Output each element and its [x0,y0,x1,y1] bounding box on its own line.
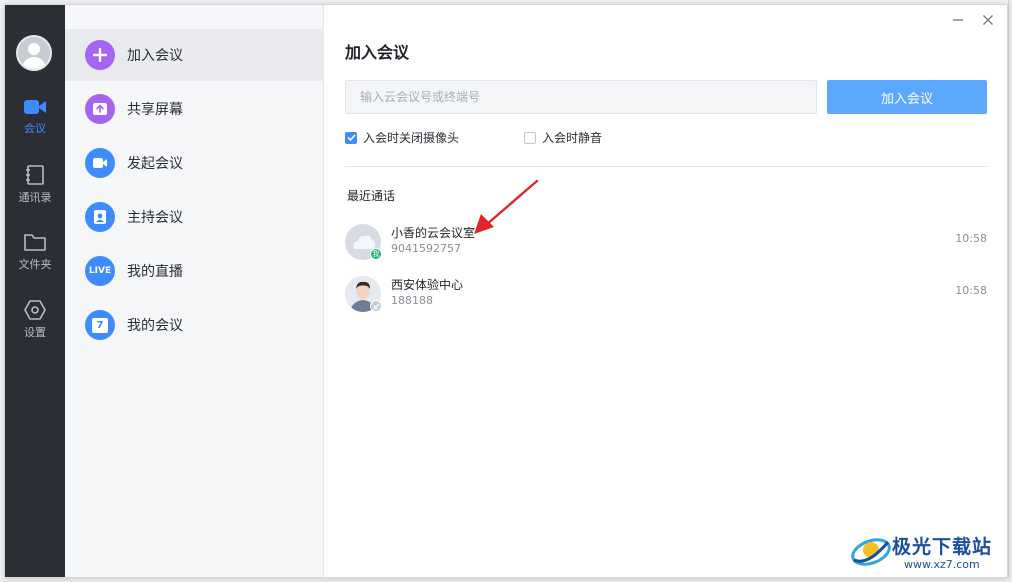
recent-calls-title: 最近通话 [347,189,396,203]
user-avatar[interactable] [16,35,52,71]
menu-item-host-meeting[interactable]: 主持会议 [65,191,324,243]
menu-item-label: 主持会议 [127,210,183,226]
meeting-id-input[interactable] [345,80,817,114]
option-camera-off[interactable]: 入会时关闭摄像头 [345,129,459,146]
calendar-icon: 7 [85,310,115,340]
call-number: 188188 [391,294,433,307]
live-icon: LIVE [85,256,115,286]
share-screen-icon [85,94,115,124]
app-window: 会议 通讯录 文件夹 设置 加入会议 共享屏幕 发起会议 主持会议 LIVE 我… [4,4,1008,578]
rail-item-label: 文件夹 [18,258,52,271]
call-number: 9041592757 [391,242,461,255]
menu-item-my-meetings[interactable]: 7 我的会议 [65,299,324,351]
option-mute[interactable]: 入会时静音 [524,129,602,146]
plus-icon [85,40,115,70]
recent-call-item[interactable]: 我 小香的云会议室 9041592757 10:58 [345,220,987,268]
menu-item-label: 加入会议 [127,48,183,64]
gear-icon [24,300,46,320]
menu-item-label: 我的会议 [127,318,183,334]
check-icon [346,134,356,142]
watermark-logo-icon [851,538,891,566]
menu-item-label: 发起会议 [127,156,183,172]
page-title: 加入会议 [345,43,410,62]
close-icon [983,15,993,25]
video-camera-icon [24,100,46,114]
address-book-icon [26,165,44,185]
rail-item-folder[interactable]: 文件夹 [5,231,65,287]
join-meeting-button[interactable]: 加入会议 [827,80,987,114]
recent-call-item[interactable]: 西安体验中心 188188 10:58 [345,272,987,320]
site-watermark: 极光下载站 www.xz7.com [848,528,1008,574]
rail-item-label: 会议 [24,122,46,135]
menu-item-start-meeting[interactable]: 发起会议 [65,137,324,189]
menu-item-share-screen[interactable]: 共享屏幕 [65,83,324,135]
rail-item-contacts[interactable]: 通讯录 [5,164,65,220]
checkbox-camera-off[interactable] [345,131,357,144]
menu-item-label: 共享屏幕 [127,102,183,118]
watermark-url: www.xz7.com [904,558,980,571]
close-button[interactable] [977,9,999,31]
menu-item-join-meeting[interactable]: 加入会议 [65,29,324,81]
watermark-title: 极光下载站 [892,536,993,558]
meeting-menu: 加入会议 共享屏幕 发起会议 主持会议 LIVE 我的直播 7 我的会议 [65,5,324,577]
minimize-button[interactable] [947,9,969,31]
call-time: 10:58 [955,232,987,245]
rail-item-meeting[interactable]: 会议 [5,97,65,153]
video-camera-icon [85,148,115,178]
host-icon [85,202,115,232]
rail-item-label: 通讯录 [18,191,52,204]
self-badge: 我 [370,248,382,260]
join-meeting-pane: 加入会议 加入会议 入会时关闭摄像头 入会时静音 最近通话 我 小香的云会议室 … [325,5,1007,577]
folder-icon [24,234,46,251]
nav-rail: 会议 通讯录 文件夹 设置 [5,5,65,577]
rail-item-label: 设置 [24,326,46,339]
option-label: 入会时静音 [542,131,603,145]
minimize-icon [953,19,963,21]
incoming-call-badge [370,300,382,312]
option-label: 入会时关闭摄像头 [363,131,460,145]
background-window-edge-bottom [0,578,1012,582]
menu-item-my-live[interactable]: LIVE 我的直播 [65,245,324,297]
background-window-edge [1008,0,1012,582]
call-time: 10:58 [955,284,987,297]
menu-item-label: 我的直播 [127,264,183,280]
call-name: 西安体验中心 [391,278,464,292]
rail-item-settings[interactable]: 设置 [5,299,65,355]
checkbox-mute[interactable] [524,131,536,144]
divider [345,166,987,167]
call-name: 小香的云会议室 [391,226,476,240]
